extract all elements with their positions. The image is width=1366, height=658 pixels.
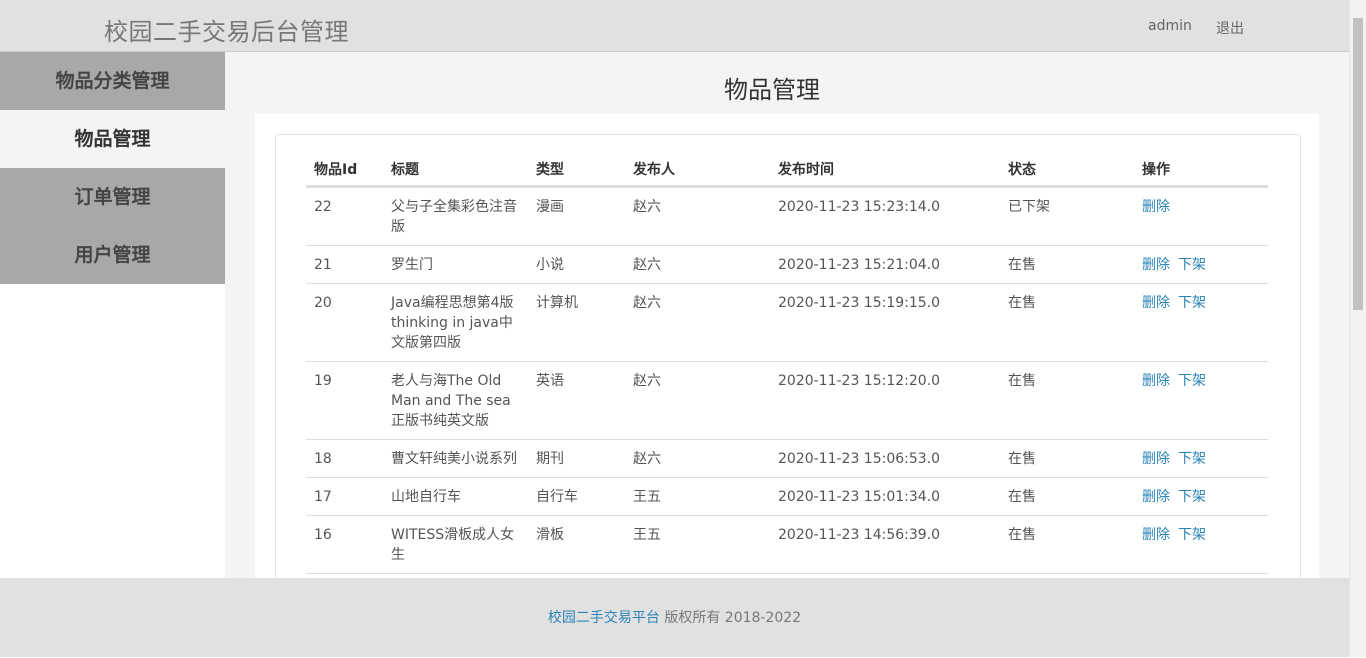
table-panel: 物品Id 标题 类型 发布人 发布时间 状态 操作 22 父与子全集彩色注音版 … — [275, 134, 1301, 596]
top-bar: 校园二手交易后台管理 admin 退出 — [0, 0, 1349, 52]
cell-type: 小说 — [528, 245, 625, 284]
cell-id: 21 — [306, 245, 383, 284]
cell-publisher: 王五 — [625, 477, 770, 516]
scrollbar-thumb[interactable] — [1353, 18, 1363, 310]
delete-link[interactable]: 删除 — [1142, 257, 1170, 273]
cell-title: 罗生门 — [383, 245, 528, 284]
cell-type: 期刊 — [528, 439, 625, 478]
delete-link[interactable]: 删除 — [1142, 489, 1170, 505]
cell-time: 2020-11-23 15:06:53.0 — [770, 439, 1000, 478]
cell-title: 老人与海The Old Man and The sea正版书纯英文版 — [383, 361, 528, 440]
cell-time: 2020-11-23 15:12:20.0 — [770, 361, 1000, 440]
takedown-link[interactable]: 下架 — [1178, 527, 1206, 543]
cell-type: 自行车 — [528, 477, 625, 516]
cell-type: 滑板 — [528, 515, 625, 574]
table-row: 19 老人与海The Old Man and The sea正版书纯英文版 英语… — [306, 361, 1268, 440]
cell-publisher: 赵六 — [625, 439, 770, 478]
cell-actions: 删除 下架 — [1134, 439, 1268, 478]
cell-publisher: 赵六 — [625, 361, 770, 440]
delete-link[interactable]: 删除 — [1142, 295, 1170, 311]
delete-link[interactable]: 删除 — [1142, 373, 1170, 389]
cell-id: 19 — [306, 361, 383, 440]
column-header-title: 标题 — [383, 153, 528, 188]
footer-copyright: 版权所有 2018-2022 — [664, 610, 802, 626]
sidebar-item-order-management[interactable]: 订单管理 — [0, 168, 225, 226]
cell-title: 曹文轩纯美小说系列 — [383, 439, 528, 478]
takedown-link[interactable]: 下架 — [1178, 257, 1206, 273]
cell-type: 漫画 — [528, 186, 625, 246]
main-content: 物品管理 物品Id 标题 类型 发布人 发布时间 状态 操作 22 父与子全集彩… — [225, 52, 1349, 596]
cell-actions: 删除 — [1134, 186, 1268, 246]
takedown-link[interactable]: 下架 — [1178, 295, 1206, 311]
cell-id: 16 — [306, 515, 383, 574]
cell-time: 2020-11-23 15:21:04.0 — [770, 245, 1000, 284]
sidebar-item-goods-management[interactable]: 物品管理 — [0, 110, 225, 168]
logout-link[interactable]: 退出 — [1216, 18, 1244, 38]
content-card: 物品Id 标题 类型 发布人 发布时间 状态 操作 22 父与子全集彩色注音版 … — [255, 114, 1319, 596]
cell-publisher: 赵六 — [625, 283, 770, 362]
cell-actions: 删除 下架 — [1134, 245, 1268, 284]
cell-id: 17 — [306, 477, 383, 516]
cell-time: 2020-11-23 14:56:39.0 — [770, 515, 1000, 574]
column-header-type: 类型 — [528, 153, 625, 188]
column-header-publisher: 发布人 — [625, 153, 770, 188]
username-label[interactable]: admin — [1148, 18, 1192, 34]
goods-table: 物品Id 标题 类型 发布人 发布时间 状态 操作 22 父与子全集彩色注音版 … — [306, 153, 1268, 574]
cell-actions: 删除 下架 — [1134, 477, 1268, 516]
takedown-link[interactable]: 下架 — [1178, 451, 1206, 467]
cell-title: Java编程思想第4版 thinking in java中文版第四版 — [383, 283, 528, 362]
cell-actions: 删除 下架 — [1134, 515, 1268, 574]
column-header-status: 状态 — [1000, 153, 1134, 188]
cell-publisher: 赵六 — [625, 186, 770, 246]
table-row: 20 Java编程思想第4版 thinking in java中文版第四版 计算… — [306, 283, 1268, 362]
delete-link[interactable]: 删除 — [1142, 451, 1170, 467]
sidebar-item-category-management[interactable]: 物品分类管理 — [0, 52, 225, 110]
cell-title: WITESS滑板成人女生 — [383, 515, 528, 574]
delete-link[interactable]: 删除 — [1142, 199, 1170, 215]
takedown-link[interactable]: 下架 — [1178, 489, 1206, 505]
cell-id: 18 — [306, 439, 383, 478]
table-row: 17 山地自行车 自行车 王五 2020-11-23 15:01:34.0 在售… — [306, 477, 1268, 516]
cell-status: 在售 — [1000, 477, 1134, 516]
cell-publisher: 王五 — [625, 515, 770, 574]
delete-link[interactable]: 删除 — [1142, 527, 1170, 543]
cell-time: 2020-11-23 15:01:34.0 — [770, 477, 1000, 516]
column-header-actions: 操作 — [1134, 153, 1268, 188]
column-header-id: 物品Id — [306, 153, 383, 188]
cell-time: 2020-11-23 15:23:14.0 — [770, 186, 1000, 246]
cell-status: 在售 — [1000, 439, 1134, 478]
table-row: 18 曹文轩纯美小说系列 期刊 赵六 2020-11-23 15:06:53.0… — [306, 439, 1268, 478]
column-header-time: 发布时间 — [770, 153, 1000, 188]
cell-status: 已下架 — [1000, 186, 1134, 246]
page-title: 物品管理 — [724, 76, 820, 104]
cell-title: 山地自行车 — [383, 477, 528, 516]
cell-id: 20 — [306, 283, 383, 362]
footer: 校园二手交易平台 版权所有 2018-2022 — [0, 578, 1349, 657]
sidebar-item-user-management[interactable]: 用户管理 — [0, 226, 225, 284]
cell-actions: 删除 下架 — [1134, 361, 1268, 440]
cell-type: 英语 — [528, 361, 625, 440]
table-row: 16 WITESS滑板成人女生 滑板 王五 2020-11-23 14:56:3… — [306, 515, 1268, 574]
cell-actions: 删除 下架 — [1134, 283, 1268, 362]
page-scrollbar[interactable] — [1349, 0, 1366, 657]
takedown-link[interactable]: 下架 — [1178, 373, 1206, 389]
cell-title: 父与子全集彩色注音版 — [383, 186, 528, 246]
cell-time: 2020-11-23 15:19:15.0 — [770, 283, 1000, 362]
cell-type: 计算机 — [528, 283, 625, 362]
cell-status: 在售 — [1000, 515, 1134, 574]
cell-status: 在售 — [1000, 361, 1134, 440]
cell-publisher: 赵六 — [625, 245, 770, 284]
footer-platform-link[interactable]: 校园二手交易平台 — [548, 610, 660, 626]
cell-status: 在售 — [1000, 283, 1134, 362]
cell-id: 22 — [306, 186, 383, 246]
table-row: 21 罗生门 小说 赵六 2020-11-23 15:21:04.0 在售 删除… — [306, 245, 1268, 284]
table-header-row: 物品Id 标题 类型 发布人 发布时间 状态 操作 — [306, 153, 1268, 188]
app-title: 校园二手交易后台管理 — [104, 18, 349, 46]
cell-status: 在售 — [1000, 245, 1134, 284]
sidebar: 物品分类管理 物品管理 订单管理 用户管理 — [0, 52, 225, 578]
table-row: 22 父与子全集彩色注音版 漫画 赵六 2020-11-23 15:23:14.… — [306, 186, 1268, 246]
